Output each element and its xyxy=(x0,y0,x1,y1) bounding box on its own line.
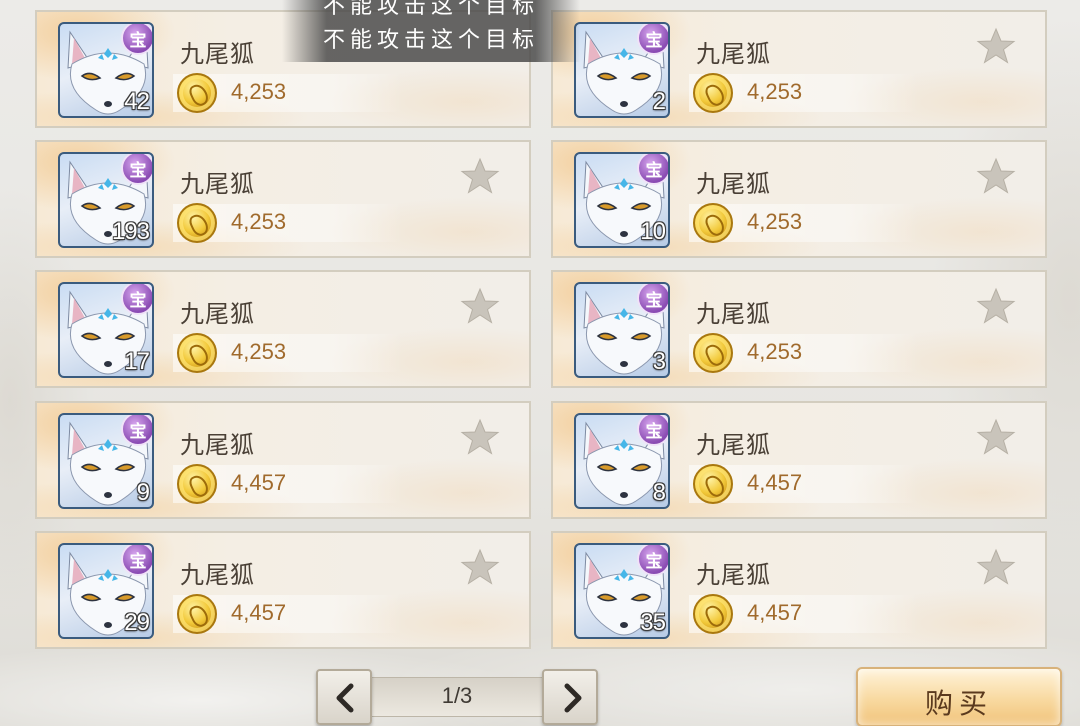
item-card[interactable]: 宝 35 九尾狐 4,457 xyxy=(551,531,1047,649)
item-name: 九尾狐 xyxy=(696,300,771,328)
fox-avatar: 宝 3 xyxy=(574,282,670,378)
item-count: 3 xyxy=(652,348,666,375)
item-card[interactable]: 宝 8 九尾狐 4,457 xyxy=(551,401,1047,519)
fox-avatar: 宝 2 xyxy=(574,22,670,118)
item-card[interactable]: 宝 2 九尾狐 4,253 xyxy=(551,10,1047,128)
chevron-left-icon xyxy=(336,683,354,713)
item-count: 29 xyxy=(124,609,150,636)
buy-button-label: 购买 xyxy=(924,687,993,720)
item-count: 35 xyxy=(640,609,666,636)
treasure-badge: 宝 xyxy=(637,24,668,55)
item-price: 4,457 xyxy=(747,470,803,495)
gold-coin-icon xyxy=(177,464,217,504)
chevron-right-icon xyxy=(564,683,582,713)
gold-coin-icon xyxy=(177,73,217,113)
item-count: 193 xyxy=(111,218,150,245)
treasure-badge: 宝 xyxy=(121,545,152,576)
next-page-button[interactable] xyxy=(542,669,598,725)
star-icon[interactable] xyxy=(460,547,500,587)
treasure-badge: 宝 xyxy=(121,154,152,185)
item-card[interactable]: 宝 10 九尾狐 4,253 xyxy=(551,140,1047,258)
item-price: 4,457 xyxy=(231,470,287,495)
fox-avatar: 宝 9 xyxy=(58,413,154,509)
treasure-badge: 宝 xyxy=(637,545,668,576)
gold-coin-icon xyxy=(693,464,733,504)
gold-coin-icon xyxy=(693,594,733,634)
item-name: 九尾狐 xyxy=(180,40,255,68)
treasure-badge: 宝 xyxy=(637,154,668,185)
item-price: 4,253 xyxy=(231,79,287,104)
treasure-badge: 宝 xyxy=(121,284,152,315)
fox-avatar: 宝 17 xyxy=(58,282,154,378)
treasure-badge: 宝 xyxy=(121,24,152,55)
item-name: 九尾狐 xyxy=(696,170,771,198)
item-count: 42 xyxy=(124,88,150,115)
buy-button[interactable]: 购买 xyxy=(856,667,1062,726)
treasure-badge: 宝 xyxy=(121,415,152,446)
item-name: 九尾狐 xyxy=(180,170,255,198)
treasure-badge: 宝 xyxy=(637,284,668,315)
item-name: 九尾狐 xyxy=(180,431,255,459)
star-icon[interactable] xyxy=(976,547,1016,587)
item-count: 8 xyxy=(652,479,666,506)
item-count: 10 xyxy=(640,218,666,245)
star-icon[interactable] xyxy=(460,156,500,196)
fox-avatar: 宝 29 xyxy=(58,543,154,639)
gold-coin-icon xyxy=(177,333,217,373)
item-card[interactable]: 宝 3 九尾狐 4,253 xyxy=(551,270,1047,388)
gold-coin-icon xyxy=(693,203,733,243)
treasure-badge: 宝 xyxy=(637,415,668,446)
item-count: 9 xyxy=(136,479,150,506)
item-price: 4,253 xyxy=(231,209,287,234)
gold-coin-icon xyxy=(693,73,733,113)
page-indicator: 1/3 xyxy=(441,683,473,708)
star-icon[interactable] xyxy=(976,26,1016,66)
pagination: 1/3 xyxy=(316,669,598,725)
gold-coin-icon xyxy=(177,203,217,243)
star-icon[interactable] xyxy=(460,417,500,457)
prev-page-button[interactable] xyxy=(316,669,372,725)
fox-avatar: 宝 35 xyxy=(574,543,670,639)
fox-avatar: 宝 8 xyxy=(574,413,670,509)
gold-coin-icon xyxy=(693,333,733,373)
item-card[interactable]: 宝 29 九尾狐 4,457 xyxy=(35,531,531,649)
item-price: 4,253 xyxy=(747,79,803,104)
item-price: 4,253 xyxy=(747,209,803,234)
item-price: 4,457 xyxy=(231,600,287,625)
item-card[interactable]: 宝 9 九尾狐 4,457 xyxy=(35,401,531,519)
item-name: 九尾狐 xyxy=(180,300,255,328)
item-grid: 宝 42 九尾狐 4,253 宝 2 九尾狐 4,253 宝 193 九尾狐 4… xyxy=(0,0,1080,660)
item-name: 九尾狐 xyxy=(180,561,255,589)
star-icon[interactable] xyxy=(976,417,1016,457)
item-card[interactable]: 宝 42 九尾狐 4,253 xyxy=(35,10,531,128)
star-icon[interactable] xyxy=(976,286,1016,326)
star-icon[interactable] xyxy=(460,286,500,326)
item-name: 九尾狐 xyxy=(696,40,771,68)
item-card[interactable]: 宝 193 九尾狐 4,253 xyxy=(35,140,531,258)
item-price: 4,457 xyxy=(747,600,803,625)
item-price: 4,253 xyxy=(231,339,287,364)
fox-avatar: 宝 193 xyxy=(58,152,154,248)
star-icon[interactable] xyxy=(976,156,1016,196)
item-name: 九尾狐 xyxy=(696,561,771,589)
gold-coin-icon xyxy=(177,594,217,634)
fox-avatar: 宝 10 xyxy=(574,152,670,248)
fox-avatar: 宝 42 xyxy=(58,22,154,118)
item-count: 17 xyxy=(124,348,150,375)
item-count: 2 xyxy=(652,88,666,115)
item-price: 4,253 xyxy=(747,339,803,364)
item-name: 九尾狐 xyxy=(696,431,771,459)
item-card[interactable]: 宝 17 九尾狐 4,253 xyxy=(35,270,531,388)
